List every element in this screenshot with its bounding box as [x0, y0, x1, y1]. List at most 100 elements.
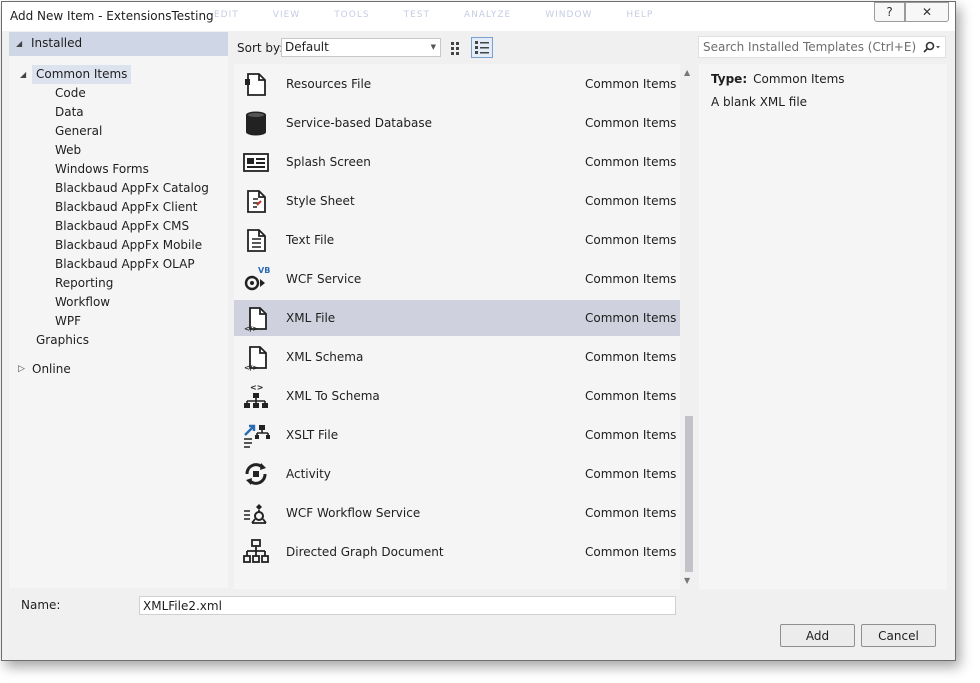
template-row[interactable]: Service-based Database Common Items [234, 105, 680, 141]
window-title: Add New Item - ExtensionsTesting [10, 9, 214, 23]
tree-item-reporting[interactable]: Reporting [55, 274, 113, 293]
tree-item-graphics[interactable]: Graphics [36, 331, 89, 350]
template-name: Directed Graph Document [286, 545, 444, 559]
wcf-service-icon: VB [244, 266, 270, 291]
help-button[interactable]: ? [874, 2, 905, 22]
template-list-scrollbar[interactable]: ▲ ▼ [682, 64, 696, 589]
template-name: Resources File [286, 77, 372, 91]
expanded-triangle-icon[interactable]: ◢ [16, 39, 22, 48]
template-category: Common Items [585, 194, 677, 208]
template-name: XML To Schema [286, 389, 380, 403]
tree-item-online[interactable]: Online [32, 360, 71, 379]
tree-item-web[interactable]: Web [55, 141, 81, 160]
xml-to-schema-icon: <> [244, 383, 268, 408]
resources-file-icon [245, 73, 266, 96]
template-row[interactable]: Activity Common Items [234, 456, 680, 492]
title-bar: Add New Item - ExtensionsTesting EDIT VIE… [2, 2, 955, 31]
template-description: A blank XML file [711, 95, 808, 109]
template-details-pane: Type: Common Items A blank XML file [699, 64, 947, 589]
collapsed-triangle-icon[interactable]: ▷ [18, 364, 25, 374]
ghost-menu-item: TEST [403, 10, 430, 20]
template-category: Common Items [585, 272, 677, 286]
tree-item-appfx-mobile[interactable]: Blackbaud AppFx Mobile [55, 236, 202, 255]
template-row[interactable]: Text File Common Items [234, 222, 680, 258]
search-placeholder: Search Installed Templates (Ctrl+E) [703, 40, 917, 54]
template-row-selected[interactable]: </> XML File Common Items [234, 300, 680, 336]
small-icons-view-icon [451, 42, 459, 55]
tree-item-wpf[interactable]: WPF [55, 312, 81, 331]
template-category: Common Items [585, 233, 677, 247]
template-row[interactable]: </> XML Schema Common Items [234, 339, 680, 375]
template-category: Common Items [585, 467, 677, 481]
xslt-file-icon [244, 424, 270, 448]
add-button[interactable]: Add [780, 624, 855, 647]
ghost-menu-item: VIEW [272, 10, 301, 20]
file-name-input[interactable] [139, 596, 676, 615]
sort-by-value: Default [285, 40, 329, 54]
type-label: Type: [711, 72, 748, 86]
database-icon [246, 111, 266, 136]
template-name: WCF Service [286, 272, 362, 286]
ghost-menu-item: WINDOW [545, 10, 593, 20]
template-name: XML Schema [286, 350, 364, 364]
name-label: Name: [21, 598, 61, 612]
list-view-icon [475, 41, 489, 54]
xml-file-icon: </> [244, 307, 267, 332]
scroll-up-arrow-icon[interactable]: ▲ [684, 68, 690, 77]
ghost-menu-item: HELP [626, 10, 654, 20]
tree-item-workflow[interactable]: Workflow [55, 293, 110, 312]
wcf-workflow-icon [244, 504, 267, 524]
template-category: Common Items [585, 311, 677, 325]
scroll-down-arrow-icon[interactable]: ▼ [684, 576, 690, 585]
template-name: Activity [286, 467, 331, 481]
search-icon[interactable] [921, 41, 941, 54]
type-value: Common Items [753, 72, 845, 86]
template-category: Common Items [585, 350, 677, 364]
list-view-button[interactable] [471, 37, 493, 58]
small-icons-view-button[interactable] [446, 37, 468, 58]
ghost-menu-item: TOOLS [334, 10, 370, 20]
template-row[interactable]: Style Sheet Common Items [234, 183, 680, 219]
template-name: WCF Workflow Service [286, 506, 421, 520]
tree-item-appfx-olap[interactable]: Blackbaud AppFx OLAP [55, 255, 195, 274]
template-row[interactable]: Splash Screen Common Items [234, 144, 680, 180]
cancel-button[interactable]: Cancel [861, 624, 936, 647]
tree-item-installed[interactable]: Installed [31, 34, 82, 53]
template-row[interactable]: WCF Workflow Service Common Items [234, 495, 680, 531]
tree-header-installed[interactable]: ◢ Installed [9, 32, 228, 56]
template-name: Text File [286, 233, 335, 247]
ghost-menu-item: ANALYZE [464, 10, 512, 20]
scrollbar-thumb[interactable] [685, 416, 693, 572]
template-category: Common Items [585, 155, 677, 169]
directed-graph-icon [243, 539, 269, 563]
template-name: XML File [286, 311, 336, 325]
tree-item-appfx-cms[interactable]: Blackbaud AppFx CMS [55, 217, 189, 236]
template-row[interactable]: Resources File Common Items [234, 66, 680, 102]
template-row[interactable]: <> XML To Schema Common Items [234, 378, 680, 414]
template-category: Common Items [585, 389, 677, 403]
search-templates-input[interactable]: Search Installed Templates (Ctrl+E) [698, 36, 946, 58]
text-file-icon [247, 229, 266, 252]
svg-text:</>: </> [244, 364, 258, 371]
svg-text:</>: </> [244, 325, 258, 332]
template-category: Common Items [585, 116, 677, 130]
close-button[interactable]: ✕ [905, 2, 949, 22]
template-category: Common Items [585, 77, 677, 91]
template-row[interactable]: VB WCF Service Common Items [234, 261, 680, 297]
expanded-triangle-icon[interactable]: ◢ [20, 70, 26, 79]
template-name: Splash Screen [286, 155, 371, 169]
tree-item-general[interactable]: General [55, 122, 102, 141]
sort-by-dropdown[interactable]: Default ▼ [281, 38, 441, 57]
tree-item-appfx-catalog[interactable]: Blackbaud AppFx Catalog [55, 179, 209, 198]
template-row[interactable]: XSLT File Common Items [234, 417, 680, 453]
template-row[interactable]: Directed Graph Document Common Items [234, 534, 680, 570]
template-category-tree: ◢ Installed ◢ Common Items Code Data Gen… [9, 32, 228, 588]
tree-item-data[interactable]: Data [55, 103, 84, 122]
template-list: Resources File Common Items Service-base… [234, 64, 680, 589]
svg-text:<>: <> [250, 383, 263, 392]
tree-item-windows-forms[interactable]: Windows Forms [55, 160, 149, 179]
splash-screen-icon [243, 153, 269, 172]
tree-item-appfx-client[interactable]: Blackbaud AppFx Client [55, 198, 197, 217]
tree-item-code[interactable]: Code [55, 84, 86, 103]
tree-item-common-items[interactable]: Common Items [32, 65, 132, 84]
